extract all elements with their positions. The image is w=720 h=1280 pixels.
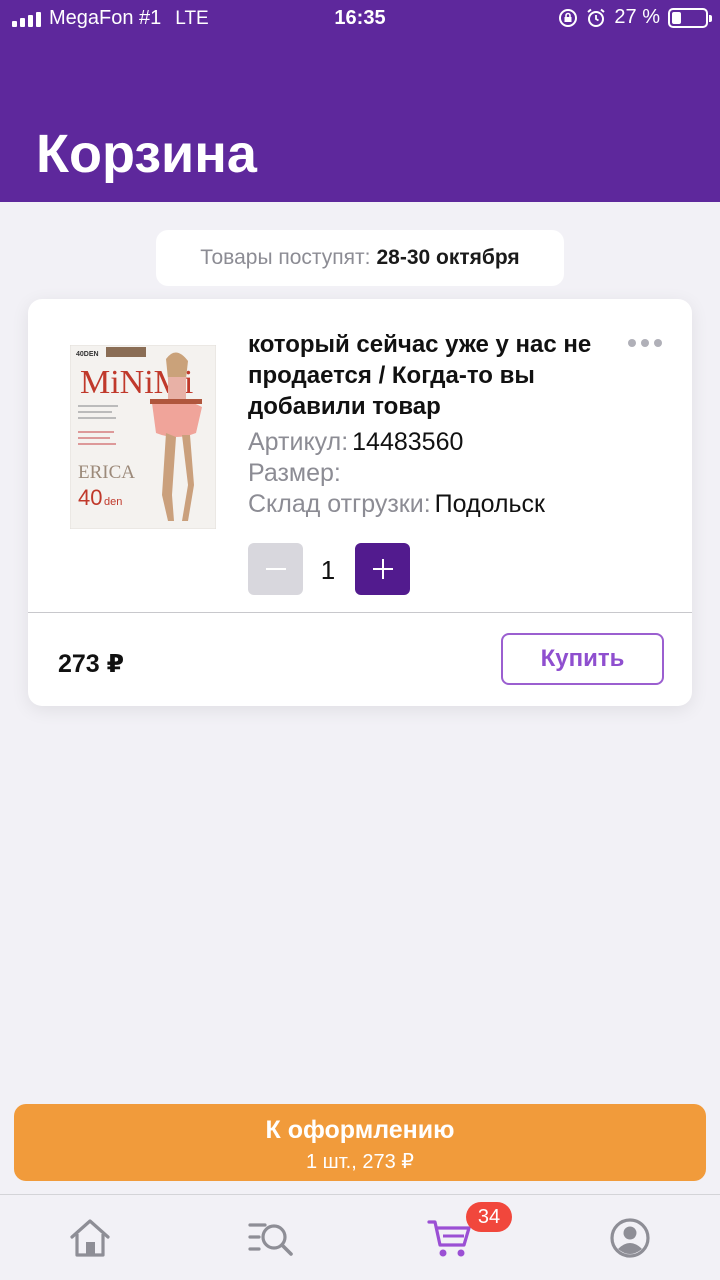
warehouse-label: Склад отгрузки: [248,490,431,518]
package-top-label: 40DEN [76,351,99,358]
item-price: 273 ₽ [58,650,125,678]
delivery-label: Товары поступят: [200,246,371,269]
product-image[interactable]: 40DEN MiNiMi ERICA 40 den [70,345,216,529]
plus-icon [372,559,393,579]
package-density-unit: den [104,496,122,508]
delivery-info: Товары поступят: 28-30 октября [156,230,564,286]
home-icon [70,1219,110,1257]
tab-catalog[interactable] [240,1213,300,1263]
tab-home[interactable] [60,1213,120,1263]
battery-icon [668,7,712,28]
quantity-increase-button[interactable] [355,543,410,595]
card-divider [28,612,692,613]
battery-percent: 27 % [614,6,660,28]
cart-item-card: 40DEN MiNiMi ERICA 40 den который сейчас… [28,299,692,706]
page-title: Корзина [36,124,257,184]
article-value: 14483560 [352,428,464,456]
delivery-dates: 28-30 октября [376,246,520,269]
warehouse-value: Подольск [434,490,545,518]
article-row: Артикул: 14483560 [248,428,463,457]
package-density: 40 [78,485,102,510]
minus-icon [265,568,286,570]
checkout-label: К оформлению [265,1116,455,1144]
cart-badge: 34 [466,1202,512,1232]
product-title[interactable]: который сейчас уже у нас не продается / … [248,329,618,422]
size-row: Размер: [248,459,345,488]
catalog-search-icon [248,1223,293,1256]
alarm-icon [587,8,606,27]
quantity-decrease-button[interactable] [248,543,303,595]
package-model: ERICA [78,462,135,483]
rotation-lock-icon [559,8,578,27]
header: MegaFon #1 LTE 16:35 27 % Корзина [0,0,720,202]
buy-button[interactable]: Купить [501,633,664,685]
tab-bar: 34 [0,1194,720,1280]
size-label: Размер: [248,459,341,487]
tab-profile[interactable] [600,1213,660,1263]
profile-icon [610,1218,650,1258]
quantity-value: 1 [320,555,336,585]
article-label: Артикул: [248,428,349,456]
status-bar: MegaFon #1 LTE 16:35 27 % [0,0,720,38]
battery-level [672,11,681,24]
checkout-summary: 1 шт., 273 ₽ [306,1151,414,1173]
warehouse-row: Склад отгрузки: Подольск [248,490,545,519]
checkout-button[interactable]: К оформлению 1 шт., 273 ₽ [14,1104,706,1181]
more-options-icon[interactable] [628,337,664,349]
